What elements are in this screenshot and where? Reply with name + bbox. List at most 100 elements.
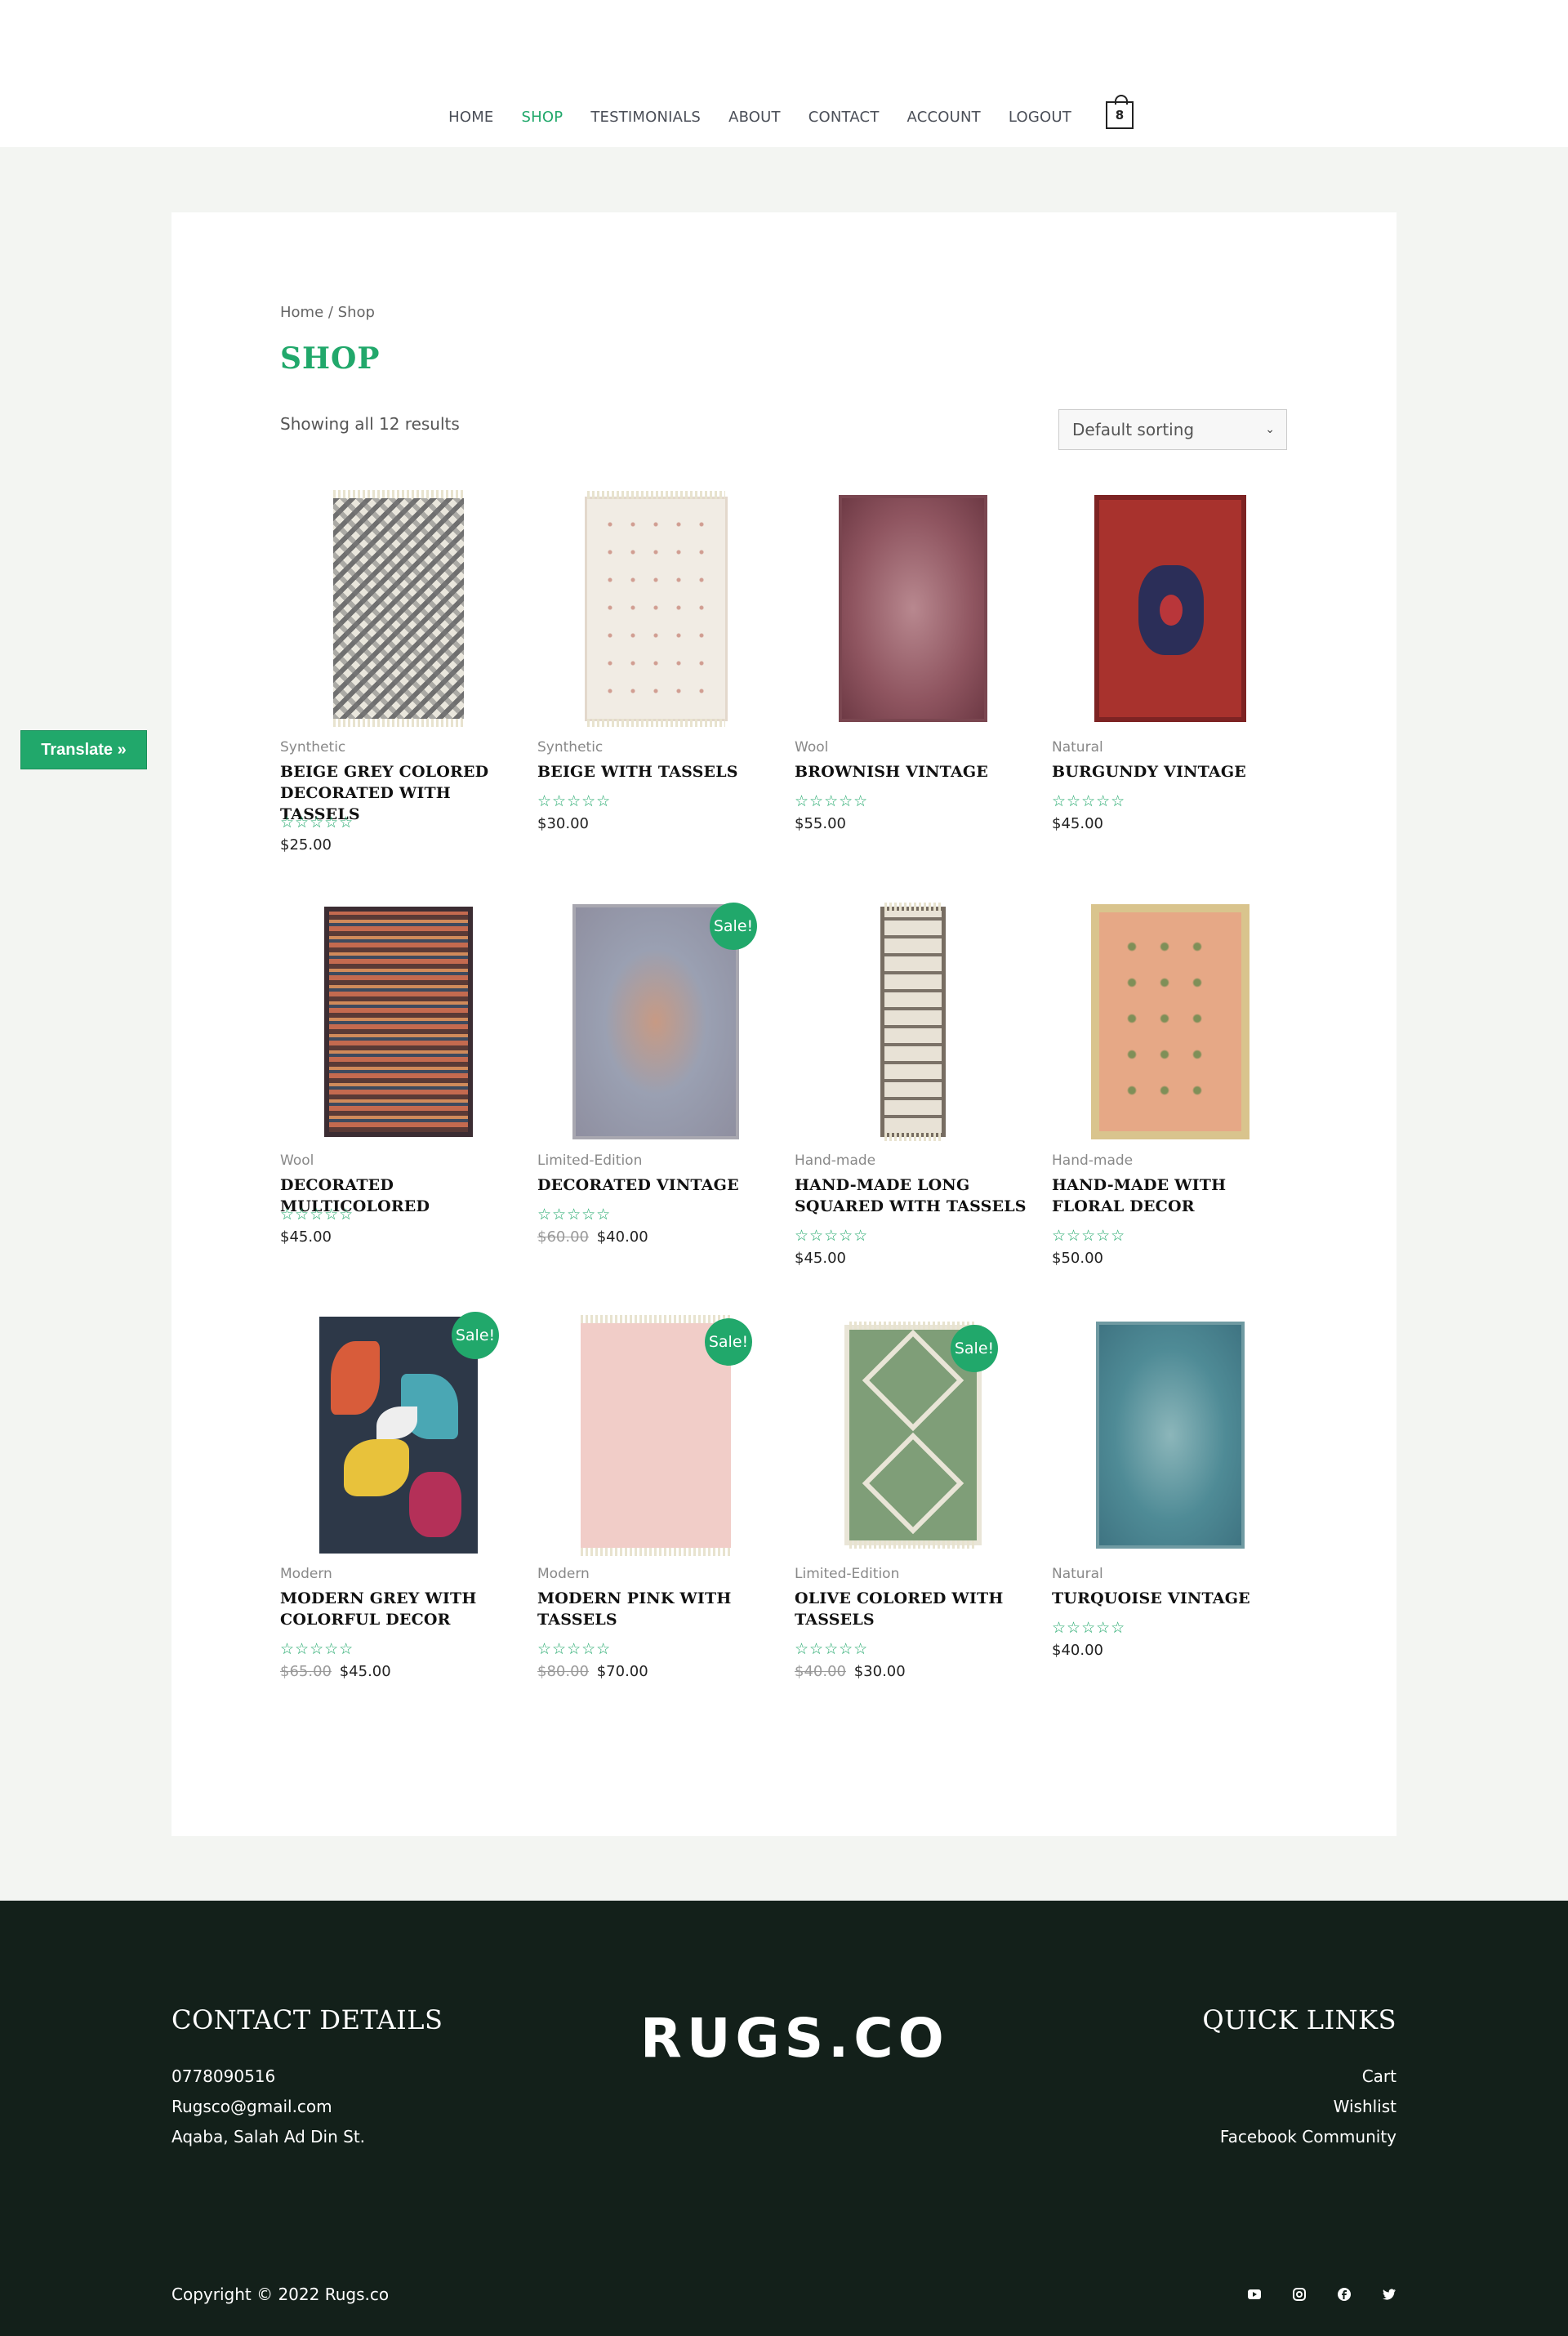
product-name[interactable]: BEIGE WITH TASSELS (537, 761, 782, 782)
sort-select[interactable]: Default sorting ⌄ (1058, 409, 1287, 450)
current-price: $50.00 (1052, 1250, 1103, 1267)
product-category: Modern (280, 1566, 332, 1582)
product-name[interactable]: MODERN PINK WITH TASSELS (537, 1588, 782, 1630)
product-name[interactable]: HAND-MADE LONG SQUARED WITH TASSELS (795, 1175, 1040, 1217)
product-image[interactable] (795, 903, 1031, 1141)
product-price: $45.00 (795, 1250, 846, 1267)
product-price: $60.00 $40.00 (537, 1228, 648, 1246)
product-category: Natural (1052, 1566, 1103, 1582)
rating-stars-icon: ☆☆☆☆☆ (280, 1206, 354, 1224)
sale-badge: Sale! (705, 1317, 752, 1366)
current-price: $45.00 (339, 1663, 391, 1680)
product-name[interactable]: DECORATED VINTAGE (537, 1175, 782, 1196)
nav-home[interactable]: HOME (448, 109, 493, 126)
sale-badge: Sale! (951, 1325, 998, 1372)
current-price: $55.00 (795, 815, 846, 832)
nav-about[interactable]: ABOUT (728, 109, 781, 126)
nav-contact[interactable]: CONTACT (808, 109, 880, 126)
product-price: $30.00 (537, 815, 589, 832)
footer-link-facebook-community[interactable]: Facebook Community (1220, 2127, 1396, 2147)
product-image[interactable] (280, 903, 517, 1140)
main-nav: HOME SHOP TESTIMONIALS ABOUT CONTACT ACC… (0, 95, 1568, 129)
product-price: $65.00 $45.00 (280, 1663, 391, 1680)
product-name[interactable]: OLIVE COLORED WITH TASSELS (795, 1588, 1040, 1630)
current-price: $40.00 (596, 1228, 648, 1246)
contact-heading: CONTACT DETAILS (172, 2004, 443, 2035)
current-price: $45.00 (280, 1228, 332, 1246)
old-price: $40.00 (795, 1663, 846, 1680)
copyright: Copyright © 2022 Rugs.co (172, 2285, 390, 2304)
site-footer: CONTACT DETAILS 0778090516 Rugsco@gmail.… (0, 1901, 1568, 2336)
current-price: $30.00 (853, 1663, 906, 1680)
rating-stars-icon: ☆☆☆☆☆ (1052, 1227, 1126, 1245)
product-price: $40.00 $30.00 (795, 1663, 906, 1680)
product-image[interactable]: Sale! (537, 1314, 774, 1556)
rating-stars-icon: ☆☆☆☆☆ (537, 1640, 612, 1658)
product-price: $50.00 (1052, 1250, 1103, 1267)
breadcrumb[interactable]: Home / Shop (280, 304, 375, 321)
rating-stars-icon: ☆☆☆☆☆ (795, 1640, 869, 1658)
current-price: $40.00 (1052, 1642, 1103, 1659)
product-image[interactable]: Sale! (537, 903, 774, 1140)
cart-bag-icon[interactable]: 8 (1105, 95, 1134, 129)
nav-shop[interactable]: SHOP (522, 109, 564, 126)
product-category: Wool (795, 739, 829, 756)
product-price: $25.00 (280, 836, 332, 854)
product-price: $80.00 $70.00 (537, 1663, 648, 1680)
rating-stars-icon: ☆☆☆☆☆ (280, 814, 354, 831)
rating-stars-icon: ☆☆☆☆☆ (537, 1206, 612, 1224)
facebook-icon[interactable] (1333, 2283, 1356, 2306)
cart-count: 8 (1115, 108, 1125, 123)
sort-selected: Default sorting (1072, 420, 1195, 439)
translate-button[interactable]: Translate » (20, 730, 147, 769)
nav-testimonials[interactable]: TESTIMONIALS (590, 109, 701, 126)
instagram-icon[interactable] (1288, 2283, 1311, 2306)
rugs-co-logo[interactable]: RUGS.CO (640, 2007, 949, 2070)
product-name[interactable]: BURGUNDY VINTAGE (1052, 761, 1297, 782)
current-price: $25.00 (280, 836, 332, 854)
footer-link-wishlist[interactable]: Wishlist (1334, 2097, 1396, 2116)
rating-stars-icon: ☆☆☆☆☆ (1052, 792, 1126, 810)
nav-logout[interactable]: LOGOUT (1009, 109, 1071, 126)
product-name[interactable]: MODERN GREY WITH COLORFUL DECOR (280, 1588, 525, 1630)
current-price: $30.00 (537, 815, 589, 832)
shop-content: Home / Shop SHOP Showing all 12 results … (172, 212, 1396, 1836)
product-image[interactable] (280, 490, 517, 727)
product-category: Limited-Edition (795, 1566, 900, 1582)
product-category: Synthetic (537, 739, 604, 756)
product-category: Natural (1052, 739, 1103, 756)
product-name[interactable]: BROWNISH VINTAGE (795, 761, 1040, 782)
product-category: Modern (537, 1566, 590, 1582)
old-price: $80.00 (537, 1663, 589, 1680)
product-category: Hand-made (795, 1152, 876, 1169)
rating-stars-icon: ☆☆☆☆☆ (1052, 1619, 1126, 1637)
product-category: Hand-made (1052, 1152, 1134, 1169)
contact-phone[interactable]: 0778090516 (172, 2066, 275, 2086)
results-count: Showing all 12 results (280, 414, 460, 434)
product-image[interactable] (1052, 490, 1289, 727)
contact-email[interactable]: Rugsco@gmail.com (172, 2097, 332, 2116)
contact-address: Aqaba, Salah Ad Din St. (172, 2127, 366, 2147)
youtube-icon[interactable] (1243, 2283, 1266, 2306)
product-image[interactable] (537, 490, 774, 727)
twitter-icon[interactable] (1378, 2283, 1401, 2306)
footer-link-cart[interactable]: Cart (1362, 2066, 1396, 2086)
product-price: $45.00 (280, 1228, 332, 1246)
nav-account[interactable]: ACCOUNT (907, 109, 981, 126)
product-image[interactable] (1052, 1317, 1289, 1554)
product-image[interactable] (795, 490, 1031, 727)
quick-links-heading: QUICK LINKS (1202, 2004, 1396, 2035)
product-name[interactable]: HAND-MADE WITH FLORAL DECOR (1052, 1175, 1297, 1217)
product-image[interactable]: Sale! (795, 1317, 1031, 1554)
product-category: Limited-Edition (537, 1152, 643, 1169)
rating-stars-icon: ☆☆☆☆☆ (795, 792, 869, 810)
old-price: $60.00 (537, 1228, 589, 1246)
sale-badge: Sale! (710, 903, 757, 950)
product-image[interactable]: Sale! (280, 1312, 517, 1554)
chevron-down-icon: ⌄ (1265, 423, 1275, 436)
site-header: HOME SHOP TESTIMONIALS ABOUT CONTACT ACC… (0, 0, 1568, 147)
old-price: $65.00 (280, 1663, 332, 1680)
product-price: $45.00 (1052, 815, 1103, 832)
product-name[interactable]: TURQUOISE VINTAGE (1052, 1588, 1297, 1609)
product-image[interactable] (1052, 903, 1289, 1140)
